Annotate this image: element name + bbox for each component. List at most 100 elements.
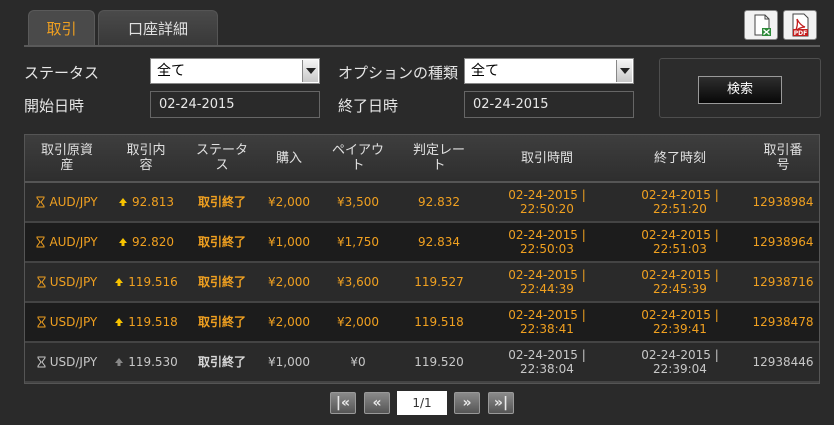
status-cell: 取引終了 (183, 343, 261, 381)
purchase-amount: ¥1,000 (268, 235, 310, 249)
status-select[interactable]: 全て (150, 58, 320, 84)
status-text: 取引終了 (197, 235, 246, 249)
column-header-line: 終了時刻 (653, 150, 706, 166)
end-time: 22:51:03 (653, 242, 707, 256)
column-header: 取引時間 (479, 135, 615, 181)
trade-id: 12938478 (752, 315, 814, 329)
trade-history-table: 取引原資産取引内容ステータス購入 ペイアウト判定レート取引時間 終了時刻 取引番号 A… (24, 134, 820, 384)
prev-page-button[interactable]: « (364, 392, 390, 414)
end-date: 02-24-2015 | (641, 268, 719, 282)
trade-id-cell: 12938446 (745, 343, 821, 381)
trade-date: 02-24-2015 | (508, 308, 586, 322)
column-header: 終了時刻 (615, 135, 745, 181)
end-date: 02-24-2015 | (641, 308, 719, 322)
status-cell: 取引終了 (183, 263, 261, 301)
judge-rate-cell: 119.518 (399, 303, 479, 341)
status-cell: 取引終了 (183, 223, 261, 261)
status-cell: 取引終了 (183, 303, 261, 341)
tab-account-details[interactable]: 口座詳細 (98, 10, 218, 46)
trade-id-cell: 12938964 (745, 223, 821, 261)
column-header-line: 判定レー (412, 143, 465, 158)
arrow-up-icon (115, 358, 124, 366)
asset-name: USD/JPY (49, 315, 98, 329)
asset-name: USD/JPY (49, 275, 98, 289)
pdf-export-icon: PDF (792, 13, 809, 37)
hourglass-icon (36, 196, 45, 208)
judge-rate-cell: 119.527 (399, 263, 479, 301)
start-date-label: 開始日時 (24, 97, 85, 115)
trade-date: 02-24-2015 | (508, 348, 586, 362)
end-time-cell: 02-24-2015 | 22:45:39 (615, 263, 745, 301)
end-time: 22:39:41 (653, 322, 707, 336)
judge-rate-cell: 119.520 (399, 343, 479, 381)
trade-time: 22:50:03 (520, 242, 574, 256)
end-date: 02-24-2015 | (641, 348, 719, 362)
pdf-label: PDF (794, 30, 807, 37)
column-header: 取引原資産 (25, 135, 109, 181)
purchase-amount: ¥2,000 (268, 195, 310, 209)
trade-content-cell: 119.516 (109, 263, 183, 301)
judge-rate: 119.518 (414, 315, 464, 329)
option-type-select[interactable]: 全て (464, 58, 634, 84)
column-header-line: ト (351, 158, 365, 173)
payout-amount: ¥3,600 (337, 275, 379, 289)
chevron-down-icon[interactable] (616, 60, 632, 82)
column-header: 購入 (261, 135, 317, 181)
trade-content-cell: 119.530 (109, 343, 183, 381)
table-header: 取引原資産取引内容ステータス購入 ペイアウト判定レート取引時間 終了時刻 取引番号 (25, 135, 819, 183)
payout-cell: ¥1,750 (317, 223, 399, 261)
end-time-cell: 02-24-2015 | 22:39:04 (615, 343, 745, 381)
column-header-line: 容 (139, 158, 153, 173)
trade-id: 12938984 (752, 195, 814, 209)
end-date: 02-24-2015 | (641, 228, 719, 242)
trade-id: 12938964 (752, 235, 814, 249)
column-header: 取引番号 (745, 135, 821, 181)
asset-name: AUD/JPY (49, 195, 98, 209)
table-row: USD/JPY 119.516 取引終了 ¥2,000 ¥3,600 119.527 02-… (25, 263, 819, 303)
table-row: AUD/JPY 92.813 取引終了 ¥2,000 ¥3,500 92.832 02-24… (25, 183, 819, 223)
payout-cell: ¥0 (317, 343, 399, 381)
option-type-label: オプションの種類 (338, 64, 459, 82)
arrow-up-icon (119, 238, 127, 246)
page-indicator: 1/1 (397, 391, 447, 415)
column-header-line: 取引原資 (40, 143, 93, 158)
column-header-line: 取引時間 (520, 150, 573, 166)
trade-time: 22:38:41 (520, 322, 574, 336)
asset-cell: USD/JPY (25, 343, 109, 381)
hourglass-icon (37, 356, 46, 368)
hourglass-icon (37, 316, 46, 328)
trade-id: 12938446 (752, 355, 814, 369)
tab-trade[interactable]: 取引 (28, 10, 95, 46)
status-cell: 取引終了 (183, 183, 261, 221)
status-text: 取引終了 (197, 275, 246, 289)
column-header-line: ス (215, 158, 229, 173)
arrow-up-icon (115, 318, 124, 326)
payout-amount: ¥0 (350, 355, 366, 369)
asset-name: AUD/JPY (49, 235, 98, 249)
column-header-line: ペイアウ (331, 143, 384, 158)
status-text: 取引終了 (197, 315, 246, 329)
end-time: 22:45:39 (653, 282, 707, 296)
entry-rate: 92.820 (132, 235, 174, 249)
excel-export-button[interactable] (744, 10, 778, 40)
end-date: 02-24-2015 | (641, 188, 719, 202)
judge-rate-cell: 92.834 (399, 223, 479, 261)
entry-rate: 92.813 (132, 195, 174, 209)
judge-rate: 119.520 (414, 355, 464, 369)
payout-amount: ¥2,000 (337, 315, 379, 329)
chevron-down-icon[interactable] (302, 60, 318, 82)
end-date-input[interactable]: 02-24-2015 (464, 91, 634, 118)
start-date-input[interactable]: 02-24-2015 (150, 91, 320, 118)
last-page-button[interactable]: »| (488, 392, 514, 414)
next-page-button[interactable]: » (454, 392, 480, 414)
purchase-amount: ¥1,000 (268, 355, 310, 369)
status-text: 取引終了 (197, 355, 246, 369)
pdf-export-button[interactable]: PDF (783, 10, 817, 40)
end-time-cell: 02-24-2015 | 22:39:41 (615, 303, 745, 341)
purchase-cell: ¥2,000 (261, 183, 317, 221)
purchase-cell: ¥2,000 (261, 263, 317, 301)
asset-cell: AUD/JPY (25, 223, 109, 261)
search-button[interactable]: 検索 (698, 76, 782, 104)
first-page-button[interactable]: |« (330, 392, 356, 414)
purchase-cell: ¥1,000 (261, 343, 317, 381)
